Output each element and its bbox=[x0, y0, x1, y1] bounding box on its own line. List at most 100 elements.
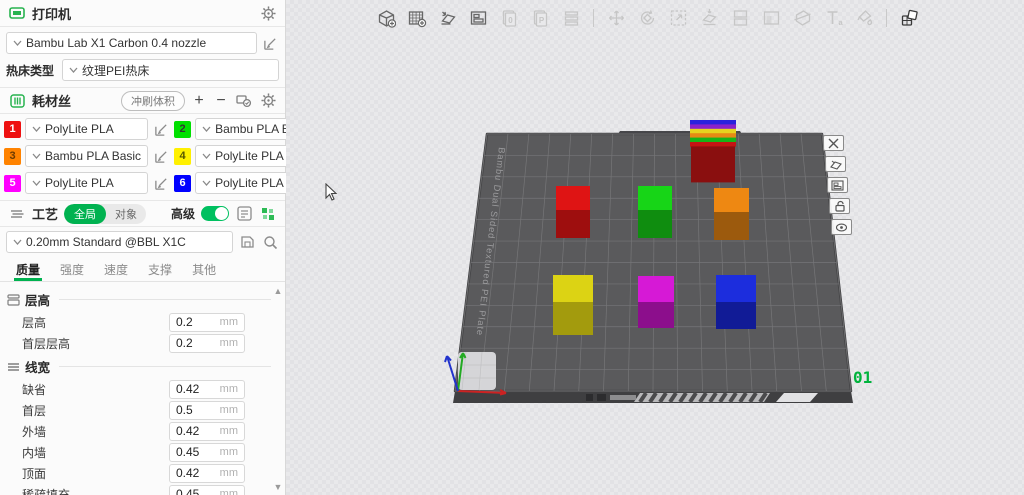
scroll-up-icon[interactable]: ▲ bbox=[273, 286, 283, 296]
setting-input[interactable]: 0.5mm bbox=[169, 401, 245, 420]
orient-plate-button[interactable] bbox=[825, 156, 846, 172]
printer-section-title: 打印机 bbox=[32, 4, 71, 23]
edit-filament-icon[interactable] bbox=[152, 147, 170, 165]
add-filament-button[interactable]: + bbox=[191, 94, 207, 108]
bed-type-select[interactable]: 纹理PEI热床 bbox=[62, 59, 279, 81]
scope-global-button[interactable]: 全局 bbox=[64, 204, 106, 224]
viewport-3d[interactable]: 0Pa Bambu Dual Sided Textured PEI Plate … bbox=[286, 0, 1024, 495]
filament-settings-gear-icon[interactable] bbox=[259, 92, 277, 110]
filament-color-badge[interactable]: 4 bbox=[174, 148, 191, 165]
tab-速度[interactable]: 速度 bbox=[94, 257, 138, 281]
scope-object-button[interactable]: 对象 bbox=[106, 204, 146, 224]
layer-height-icon bbox=[6, 293, 20, 307]
filament-name: PolyLite PLA bbox=[45, 122, 114, 136]
flush-volume-button[interactable]: 冲刷体积 bbox=[121, 91, 185, 111]
filament-sync-icon[interactable] bbox=[235, 92, 253, 110]
cube-orange-top[interactable] bbox=[714, 188, 749, 212]
filament-name: Bambu PLA Basic bbox=[45, 149, 141, 163]
tab-支撑[interactable]: 支撑 bbox=[138, 257, 182, 281]
filament-color-badge[interactable]: 6 bbox=[174, 175, 191, 192]
filament-color-badge[interactable]: 5 bbox=[4, 175, 21, 192]
filament-color-badge[interactable]: 1 bbox=[4, 121, 21, 138]
filament-slot-3: 3 Bambu PLA Basic bbox=[4, 145, 170, 167]
setting-label: 顶面 bbox=[6, 465, 169, 482]
filament-section-title: 耗材丝 bbox=[32, 91, 71, 110]
advanced-label: 高级 bbox=[171, 205, 195, 222]
build-plate-scene[interactable]: Bambu Dual Sided Textured PEI Plate bbox=[286, 0, 1024, 495]
cube-red-front[interactable] bbox=[556, 210, 590, 238]
cube-red-top[interactable] bbox=[556, 186, 590, 210]
filament-select[interactable]: Bambu PLA Basic bbox=[25, 145, 148, 167]
arrange-plate-button[interactable] bbox=[827, 177, 848, 193]
chevron-down-icon bbox=[13, 239, 22, 245]
search-icon[interactable] bbox=[261, 233, 279, 251]
save-preset-icon[interactable] bbox=[238, 233, 256, 251]
scroll-down-icon[interactable]: ▼ bbox=[273, 482, 283, 492]
striped-tower-band bbox=[690, 138, 736, 143]
striped-tower-band bbox=[690, 129, 736, 134]
printer-settings-gear-icon[interactable] bbox=[259, 4, 277, 22]
printer-section-header: 打印机 bbox=[0, 0, 285, 27]
setting-input[interactable]: 0.45mm bbox=[169, 485, 245, 495]
bed-type-value: 纹理PEI热床 bbox=[82, 62, 149, 79]
cube-blue-front[interactable] bbox=[716, 302, 756, 329]
cube-green-front[interactable] bbox=[638, 210, 672, 238]
filament-name: PolyLite PLA bbox=[45, 176, 114, 190]
filament-section-header: 耗材丝 冲刷体积 + − bbox=[0, 87, 285, 114]
tab-其他[interactable]: 其他 bbox=[182, 257, 226, 281]
setting-input[interactable]: 0.45mm bbox=[169, 443, 245, 462]
advanced-toggle[interactable] bbox=[201, 206, 229, 221]
setting-input[interactable]: 0.42mm bbox=[169, 422, 245, 441]
printer-icon bbox=[8, 4, 26, 22]
parameter-table-icon[interactable] bbox=[235, 205, 253, 223]
edit-printer-icon[interactable] bbox=[261, 34, 279, 52]
plate-number-label: 01 bbox=[853, 368, 872, 387]
settings-list: ▲ ▼ 层高层高0.2mm首层层高0.2mm线宽缺省0.42mm首层0.5mm外… bbox=[0, 282, 285, 495]
cube-green-top[interactable] bbox=[638, 186, 672, 210]
setting-label: 缺省 bbox=[6, 381, 169, 398]
cube-yellow-top[interactable] bbox=[553, 275, 593, 302]
process-preset-select[interactable]: 0.20mm Standard @BBL X1C bbox=[6, 231, 233, 253]
filament-grid: 1PolyLite PLA2Bambu PLA Basic3Bambu PLA … bbox=[0, 114, 285, 200]
setting-row: 内墙0.45mm bbox=[6, 442, 271, 462]
scope-segmented-control: 全局 对象 bbox=[64, 204, 146, 224]
filament-spool-icon bbox=[8, 92, 26, 110]
cube-orange-front[interactable] bbox=[714, 212, 749, 240]
chevron-down-icon bbox=[202, 153, 211, 159]
filament-select[interactable]: PolyLite PLA bbox=[25, 172, 148, 194]
setting-row: 顶面0.42mm bbox=[6, 463, 271, 483]
plate-front-text-blur bbox=[610, 395, 636, 400]
striped-tower-band bbox=[690, 133, 736, 138]
plate-settings-button[interactable] bbox=[831, 219, 852, 235]
setting-input[interactable]: 0.2mm bbox=[169, 313, 245, 332]
cube-magenta-front[interactable] bbox=[638, 302, 674, 328]
tab-质量[interactable]: 质量 bbox=[6, 257, 50, 281]
chevron-down-icon bbox=[32, 180, 41, 186]
filament-select[interactable]: PolyLite PLA bbox=[25, 118, 148, 140]
setting-input[interactable]: 0.42mm bbox=[169, 464, 245, 483]
striped-tower-band bbox=[690, 124, 736, 129]
filament-slot-1: 1 PolyLite PLA bbox=[4, 118, 170, 140]
filament-color-badge[interactable]: 2 bbox=[174, 121, 191, 138]
cube-magenta-top[interactable] bbox=[638, 276, 674, 302]
section-title: 层高 bbox=[6, 290, 271, 309]
striped-tower-body[interactable] bbox=[691, 146, 735, 182]
tab-强度[interactable]: 强度 bbox=[50, 257, 94, 281]
plate-logo-mark bbox=[597, 394, 606, 401]
remove-filament-button[interactable]: − bbox=[213, 94, 229, 108]
delete-plate-button[interactable] bbox=[823, 135, 844, 151]
edit-filament-icon[interactable] bbox=[152, 174, 170, 192]
setting-row: 首层层高0.2mm bbox=[6, 333, 271, 353]
printer-select[interactable]: Bambu Lab X1 Carbon 0.4 nozzle bbox=[6, 32, 257, 54]
edit-filament-icon[interactable] bbox=[152, 120, 170, 138]
cube-yellow-front[interactable] bbox=[553, 302, 593, 335]
setting-input[interactable]: 0.2mm bbox=[169, 334, 245, 353]
process-section-header: 工艺 全局 对象 高级 bbox=[0, 200, 285, 227]
cube-blue-top[interactable] bbox=[716, 275, 756, 302]
lock-plate-button[interactable] bbox=[829, 198, 850, 214]
filament-color-badge[interactable]: 3 bbox=[4, 148, 21, 165]
objects-view-icon[interactable] bbox=[259, 205, 277, 223]
setting-label: 首层层高 bbox=[6, 335, 169, 352]
setting-input[interactable]: 0.42mm bbox=[169, 380, 245, 399]
setting-row: 稀疏填充0.45mm bbox=[6, 484, 271, 495]
